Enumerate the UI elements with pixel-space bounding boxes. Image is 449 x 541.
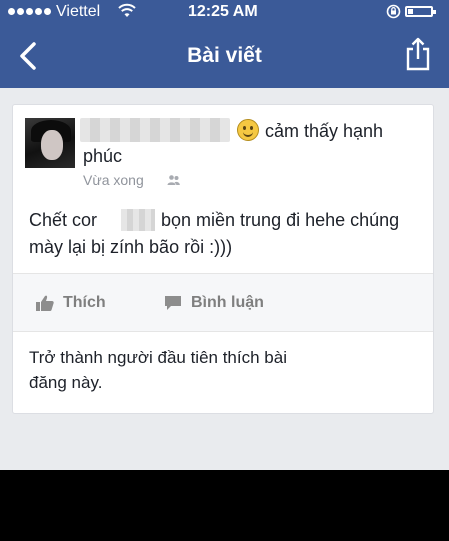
share-button[interactable] bbox=[404, 36, 432, 72]
post-body-line-2: mày lại bị zính bão rồi :))) bbox=[29, 237, 233, 257]
rotation-lock-icon bbox=[386, 4, 401, 19]
battery-icon bbox=[405, 6, 436, 17]
smiley-emoji-icon bbox=[237, 119, 259, 141]
likes-summary-line-1: Trở thành người đầu tiên thích bài bbox=[29, 348, 287, 367]
avatar[interactable] bbox=[25, 118, 75, 168]
top-bar: Viettel 12:25 AM Bài viết bbox=[0, 0, 449, 88]
share-icon bbox=[406, 37, 430, 71]
feeling-text-continued: phúc bbox=[83, 146, 123, 166]
wifi-icon bbox=[118, 3, 136, 17]
page-title: Bài viết bbox=[187, 44, 262, 67]
status-bar: Viettel 12:25 AM bbox=[0, 0, 449, 24]
post-body-line-1: Chết cor bbox=[29, 210, 98, 230]
friends-audience-icon bbox=[167, 175, 180, 185]
thumbs-up-icon bbox=[36, 295, 54, 311]
likes-summary-line-2: đăng này. bbox=[29, 373, 103, 392]
post-card: cảm thấy hạnh phúc Vừa xong Chết cor bọn… bbox=[12, 104, 434, 414]
blurred-word bbox=[121, 209, 155, 231]
like-button[interactable]: Thích bbox=[35, 291, 106, 315]
divider bbox=[13, 331, 433, 332]
feeling-text: cảm thấy hạnh bbox=[265, 121, 384, 141]
post-action-bar: Thích Bình luận bbox=[13, 274, 433, 331]
like-label: Thích bbox=[63, 294, 106, 311]
carrier-name: Viettel bbox=[56, 3, 101, 20]
comment-label: Bình luận bbox=[191, 294, 264, 311]
blurred-author-name[interactable] bbox=[80, 118, 230, 142]
comment-icon bbox=[165, 296, 181, 310]
post-body-line-1-cont: bọn miền trung đi hehe chúng bbox=[161, 210, 400, 230]
signal-strength-icon bbox=[8, 8, 51, 15]
comment-button[interactable]: Bình luận bbox=[163, 291, 264, 315]
clock: 12:25 AM bbox=[188, 3, 258, 20]
post-timestamp[interactable]: Vừa xong bbox=[83, 172, 144, 188]
post-screen: Viettel 12:25 AM Bài viết cảm thấy hạnh … bbox=[0, 0, 449, 470]
